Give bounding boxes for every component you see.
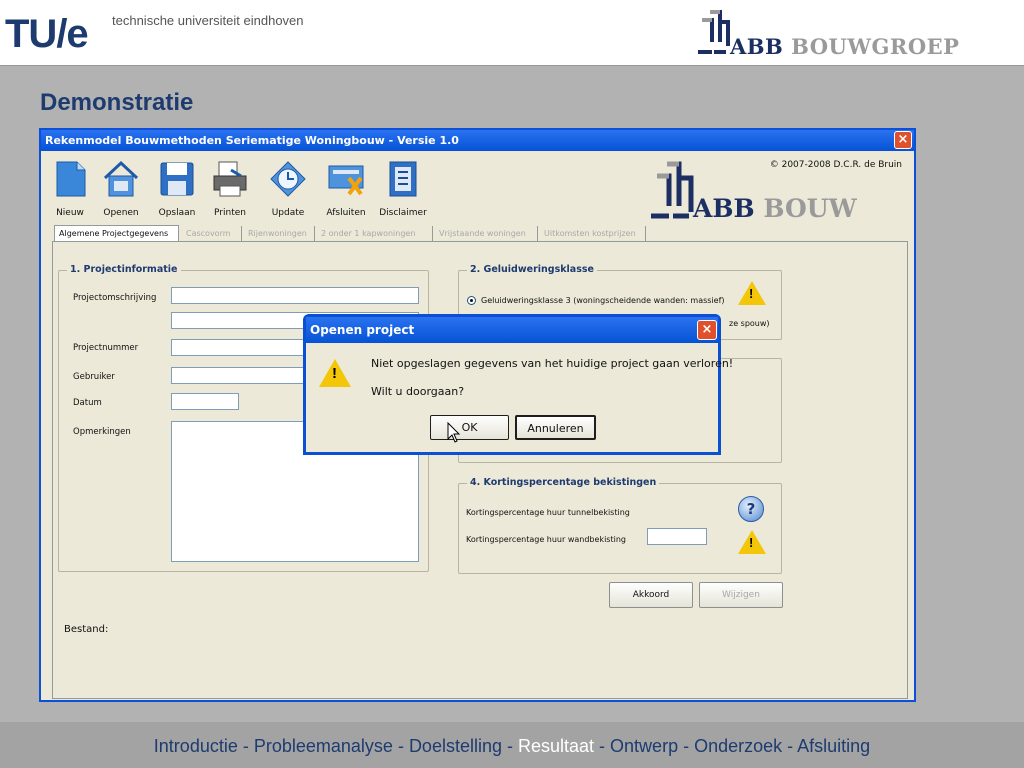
nav-afsluiting[interactable]: Afsluiting [797,736,870,756]
tab-uitkomsten-kostprijzen[interactable]: Uitkomsten kostprijzen [540,226,646,242]
nav-probleemanalyse[interactable]: Probleemanalyse [254,736,393,756]
datum-field[interactable] [171,393,239,410]
mouse-cursor-icon [447,422,461,443]
page-title: Demonstratie [40,89,194,116]
tab-rijenwoningen[interactable]: Rijenwoningen [244,226,315,242]
abb-word: ABB [730,34,784,59]
toolbar-button-afsluiten[interactable]: Afsluiten [318,160,374,228]
group-title: 4. Kortingspercentage bekistingen [467,477,660,488]
nav-doelstelling[interactable]: Doelstelling [409,736,502,756]
bouwgroep-word: BOUWGROEP [791,34,960,59]
tab-2-onder-1-kapwoningen[interactable]: 2 onder 1 kapwoningen [317,226,433,242]
label-projectnummer: Projectnummer [73,343,139,353]
abb-bouw-logo: ABB BOUW [647,158,907,224]
tab-strip: Algemene Projectgegevens Cascovorm Rijen… [54,225,704,242]
toolbar-button-update[interactable]: Update [260,160,316,228]
openen-project-dialog: Openen project × ! Niet opgeslagen gegev… [303,314,733,455]
akkoord-button[interactable]: Akkoord [609,582,693,608]
new-document-icon [51,160,89,198]
abb-bouwgroep-text: ABB BOUWGROEP [730,34,959,59]
label-gebruiker: Gebruiker [73,372,115,382]
abb-bouwgroep-logo: ABB BOUWGROEP [696,8,1016,60]
group-kortingspercentage-bekistingen: 4. Kortingspercentage bekistingen Kortin… [458,477,782,574]
nav-introductie[interactable]: Introductie [154,736,238,756]
floppy-disk-icon [158,160,196,198]
toolbar-button-nieuw[interactable]: Nieuw [42,160,98,228]
bestand-label: Bestand: [64,624,109,635]
toolbar-button-opslaan[interactable]: Opslaan [149,160,205,228]
warning-icon: ! [319,359,351,387]
dialog-question: Wilt u doorgaan? [371,385,465,398]
close-icon: × [897,132,909,147]
help-icon[interactable]: ? [738,496,764,522]
projectomschrijving-field-1[interactable] [171,287,419,304]
close-icon: × [701,322,713,337]
slide-header: TU/e technische universiteit eindhoven A… [0,0,1024,66]
app-titlebar[interactable]: Rekenmodel Bouwmethoden Seriematige Woni… [41,130,914,151]
label-geluidweringsklasse-3: Geluidweringsklasse 3 (woningscheidende … [481,296,725,305]
label-opmerkingen: Opmerkingen [73,427,131,437]
toolbar-label: Printen [214,208,246,218]
close-button[interactable]: × [894,131,912,149]
printer-icon [211,160,249,198]
footer-navigation: Introductie - Probleemanalyse - Doelstel… [0,736,1024,757]
warning-icon: ! [738,530,766,554]
label-kortingspercentage-wand: Kortingspercentage huur wandbekisting [466,535,626,544]
ok-button[interactable]: OK [430,415,509,440]
dialog-title: Openen project [310,323,415,337]
wijzigen-button[interactable]: Wijzigen [699,582,783,608]
nav-separator: - [678,736,695,756]
update-clock-icon [269,160,307,198]
tab-vrijstaande-woningen[interactable]: Vrijstaande woningen [435,226,538,242]
label-projectomschrijving: Projectomschrijving [73,293,157,303]
annuleren-button[interactable]: Annuleren [515,415,596,440]
tue-subtitle: technische universiteit eindhoven [112,13,304,28]
toolbar-label: Disclaimer [379,208,427,218]
nav-resultaat[interactable]: Resultaat [518,736,594,756]
toolbar-button-printen[interactable]: Printen [202,160,258,228]
abb-bouw-text: ABB BOUW [693,194,857,223]
warning-icon: ! [738,281,766,305]
radio-geluidweringsklasse-3[interactable] [467,296,476,305]
abb-word: ABB [693,194,755,223]
exit-card-icon [327,160,365,198]
nav-ontwerp[interactable]: Ontwerp [610,736,678,756]
toolbar-label: Opslaan [158,208,196,218]
label-geluidweringsklasse-option-2: ze spouw) [729,319,770,328]
dialog-close-button[interactable]: × [697,320,717,340]
toolbar-label: Afsluiten [326,208,366,218]
group-title: 2. Geluidweringsklasse [467,264,597,275]
nav-separator: - [782,736,798,756]
nav-separator: - [392,736,409,756]
dialog-message: Niet opgeslagen gegevens van het huidige… [371,357,734,370]
label-kortingspercentage-tunnel: Kortingspercentage huur tunnelbekisting [466,508,630,517]
nav-separator: - [502,736,518,756]
nav-separator: - [594,736,611,756]
disclaimer-document-icon [384,160,422,198]
tab-panel: 1. Projectinformatie Projectomschrijving… [52,241,908,699]
kortingspercentage-wand-field[interactable] [647,528,707,545]
toolbar-label: Update [271,208,305,218]
app-title: Rekenmodel Bouwmethoden Seriematige Woni… [45,134,459,147]
toolbar-button-openen[interactable]: Openen [93,160,149,228]
tab-algemene-projectgegevens[interactable]: Algemene Projectgegevens [54,225,179,242]
toolbar-label: Nieuw [56,208,84,218]
nav-separator: - [237,736,254,756]
label-datum: Datum [73,398,102,408]
tue-logo: TU/e [5,12,89,56]
group-title: 1. Projectinformatie [67,264,181,275]
toolbar-label: Openen [103,208,139,218]
dialog-titlebar[interactable]: Openen project [306,317,718,343]
tab-cascovorm[interactable]: Cascovorm [182,226,242,242]
radio-dot-icon [470,299,473,302]
toolbar-button-disclaimer[interactable]: Disclaimer [375,160,431,228]
nav-onderzoek[interactable]: Onderzoek [694,736,782,756]
open-house-icon [102,160,140,198]
bouw-word: BOUW [763,194,857,223]
